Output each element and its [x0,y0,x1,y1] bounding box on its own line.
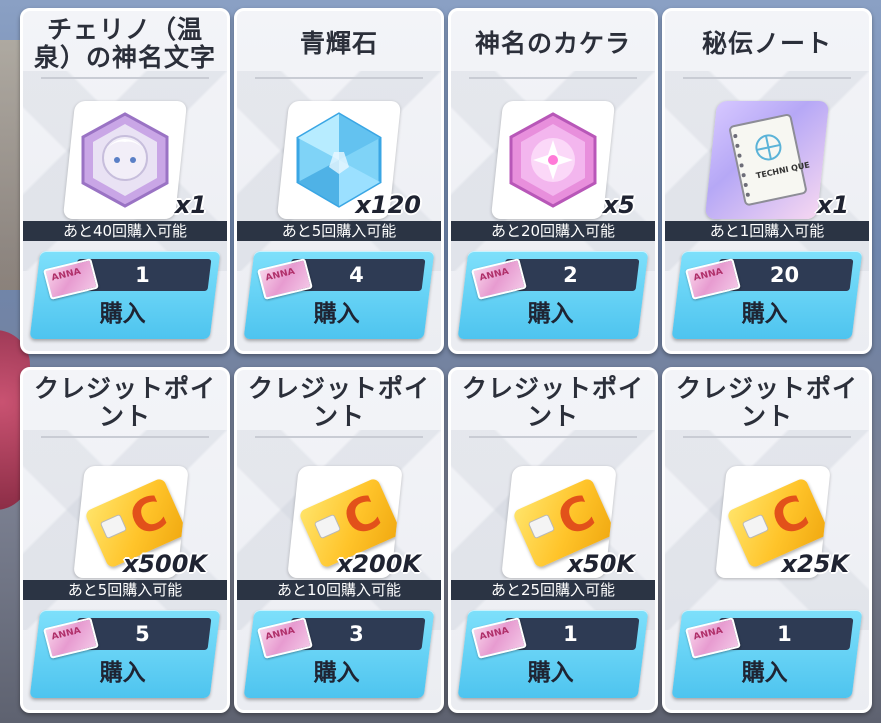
credit-c-glyph: C [121,483,175,548]
buy-label: 購入 [99,660,146,686]
purchase-limit-text: あと5回購入可能 [237,221,441,241]
buy-label: 購入 [313,301,360,327]
item-icon-frame[interactable] [490,101,616,219]
ticket-icon: ANNA [257,617,313,659]
ticket-label: ANNA [478,625,510,643]
buy-button[interactable]: 1 ANNA 購入 [457,610,649,698]
purchase-limit-text: あと20回購入可能 [451,221,655,241]
item-title: クレジットポイント [461,374,644,431]
pink-star-shard-icon [509,112,597,208]
item-title: クレジットポイント [33,374,216,431]
item-icon-frame[interactable]: TECHNI QUE [704,101,830,219]
purchase-limit-text: あと1回購入可能 [665,221,869,241]
purchase-limit-text: あと25回購入可能 [451,580,655,600]
buy-label: 購入 [99,301,146,327]
shop-item-card: 秘伝ノート TECHNI QUE x1 あと1回購入可能 20 ANNA 購入 [662,8,872,354]
divider [255,77,423,79]
divider [255,436,423,438]
buy-button[interactable]: 3 ANNA 購入 [243,610,435,698]
buy-button[interactable]: 5 ANNA 購入 [29,610,221,698]
buy-button[interactable]: 4 ANNA 購入 [243,251,435,339]
card-chip [313,513,342,540]
portrait-hexagon-icon [81,112,169,208]
ticket-icon: ANNA [43,617,99,659]
item-icon-frame[interactable] [62,101,188,219]
item-quantity: x50K [567,550,635,578]
purchase-limit-text: あと40回購入可能 [23,221,227,241]
shop-item-card: 青輝石 x120 あと5回購入可能 4 ANNA 購入 [234,8,444,354]
buy-button[interactable]: 1 ANNA 購入 [671,610,863,698]
buy-button[interactable]: 1 ANNA 購入 [29,251,221,339]
shop-item-grid: チェリノ（温泉）の神名文字 x1 あと40回購入可能 1 ANNA 購入 青輝石… [0,0,881,723]
ticket-label: ANNA [692,266,724,284]
buy-button[interactable]: 20 ANNA 購入 [671,251,863,339]
ticket-icon: ANNA [685,617,741,659]
ticket-label: ANNA [50,625,82,643]
shop-item-card: チェリノ（温泉）の神名文字 x1 あと40回購入可能 1 ANNA 購入 [20,8,230,354]
ticket-icon: ANNA [43,258,99,300]
credit-c-glyph: C [549,483,603,548]
item-quantity: x120 [355,191,421,219]
divider [41,77,209,79]
purchase-limit-text: あと5回購入可能 [23,580,227,600]
item-quantity: x25K [781,550,849,578]
purchase-limit-text: あと10回購入可能 [237,580,441,600]
item-title: クレジットポイント [247,374,430,431]
shop-item-card: クレジットポイント C x50K あと25回購入可能 1 ANNA 購入 [448,367,658,713]
shop-item-card: クレジットポイント C x500K あと5回購入可能 5 ANNA 購入 [20,367,230,713]
divider [683,436,851,438]
card-chip [527,513,556,540]
buy-label: 購入 [527,301,574,327]
item-quantity: x200K [336,550,421,578]
item-quantity: x5 [602,191,635,219]
divider [41,436,209,438]
ticket-label: ANNA [50,266,82,284]
buy-button[interactable]: 2 ANNA 購入 [457,251,649,339]
ticket-label: ANNA [692,625,724,643]
item-title: 神名のカケラ [474,29,631,58]
ticket-icon: ANNA [471,617,527,659]
item-quantity: x1 [174,191,207,219]
item-title: 青輝石 [299,29,378,58]
ticket-label: ANNA [478,266,510,284]
card-chip [741,513,770,540]
ticket-icon: ANNA [257,258,313,300]
item-title: 秘伝ノート [701,29,832,58]
secret-notebook-icon: TECHNI QUE [729,113,811,206]
credit-c-glyph: C [763,483,817,548]
divider [469,77,637,79]
card-chip [99,513,128,540]
item-quantity: x1 [816,191,849,219]
item-quantity: x500K [122,550,207,578]
shop-item-card: クレジットポイント C x200K あと10回購入可能 3 ANNA 購入 [234,367,444,713]
item-title: クレジットポイント [675,374,858,431]
shop-item-card: 神名のカケラ x5 あと20回購入可能 2 ANNA 購入 [448,8,658,354]
credit-c-glyph: C [335,483,389,548]
buy-label: 購入 [527,660,574,686]
buy-label: 購入 [313,660,360,686]
buy-label: 購入 [741,301,788,327]
ticket-icon: ANNA [685,258,741,300]
shop-item-card: クレジットポイント C x25K 1 ANNA 購入 [662,367,872,713]
item-title: チェリノ（温泉）の神名文字 [33,15,216,72]
ticket-label: ANNA [264,266,296,284]
buy-label: 購入 [741,660,788,686]
ticket-label: ANNA [264,625,296,643]
divider [683,77,851,79]
divider [469,436,637,438]
ticket-icon: ANNA [471,258,527,300]
